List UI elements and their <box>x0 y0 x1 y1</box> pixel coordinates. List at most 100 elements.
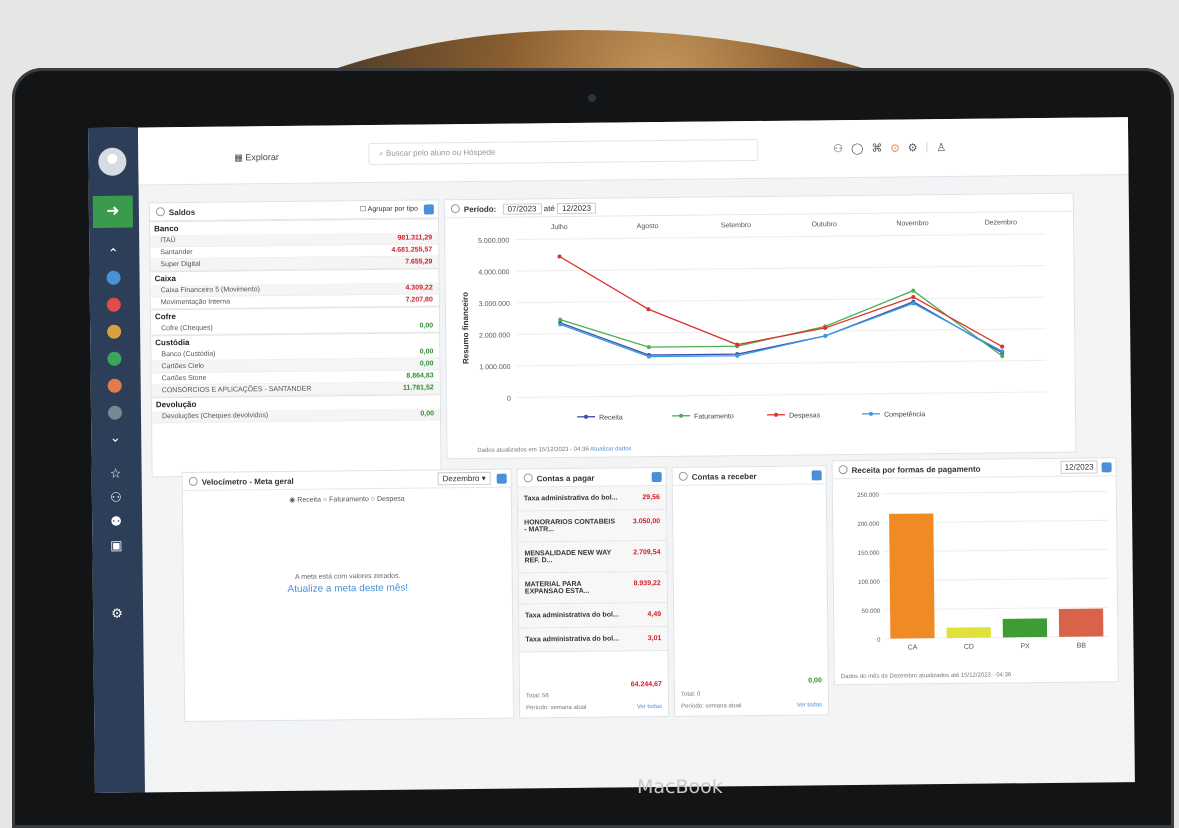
legend-marker <box>679 414 683 418</box>
periodo-label: Período: <box>464 205 497 214</box>
bar <box>1003 618 1047 637</box>
contas-pagar-total: Total: 56 <box>526 693 549 699</box>
month-select-value: Dezembro <box>442 474 479 483</box>
contas-receber-header: Contas a receber <box>673 466 826 486</box>
saldo-label: Devoluções (Cheques devolvidos) <box>162 412 268 420</box>
alert-icon[interactable]: ⊙ <box>890 142 899 155</box>
grid-line <box>517 392 1047 398</box>
y-tick-label: 4.000.000 <box>478 269 509 276</box>
month-input[interactable]: 12/2023 <box>1061 460 1098 473</box>
calendar-icon[interactable]: ▣ <box>105 538 127 554</box>
explore-menu[interactable]: ▦ Explorar <box>234 152 279 163</box>
saldo-label: Caixa Financeiro 5 (Movimento) <box>161 286 260 294</box>
x-tick-label: CD <box>964 644 974 651</box>
y-tick-label: 0 <box>507 396 511 403</box>
period-from-input[interactable]: 07/2023 <box>503 203 542 214</box>
update-data-link[interactable]: Atualizar dados <box>590 446 631 452</box>
y-tick-label: 5.000.000 <box>478 238 509 245</box>
legend-marker <box>869 412 873 416</box>
grid-line <box>883 491 1108 493</box>
saldo-label: Banco (Custódia) <box>161 351 215 359</box>
saldo-value: 7.207,80 <box>406 296 433 303</box>
refresh-icon[interactable] <box>424 204 434 214</box>
payable-item[interactable]: MENSALIDADE NEW WAY REF. D...2.709,54 <box>518 541 666 574</box>
profile-icon[interactable]: ♙ <box>936 141 946 154</box>
legend-label: Faturamento <box>694 413 734 420</box>
add-user-icon[interactable]: ⚇ <box>105 490 127 506</box>
search-input[interactable]: ⌕ Buscar pelo aluno ou Hóspede <box>368 139 758 165</box>
avatar[interactable] <box>98 148 126 176</box>
group-checkbox[interactable]: ☐ Agrupar por tipo <box>360 205 418 214</box>
info-icon <box>451 204 460 213</box>
period-to-input[interactable]: 12/2023 <box>557 203 596 214</box>
contas-receber-link[interactable]: Ver todas <box>797 702 822 708</box>
chevron-up-icon[interactable]: ⌃ <box>102 246 124 262</box>
refresh-icon[interactable] <box>812 470 822 480</box>
saldo-row: Devoluções (Cheques devolvidos) 0,00 <box>152 408 440 423</box>
y-tick-label: 200.000 <box>857 522 879 528</box>
velocimetro-header: Velocímetro - Meta geral Dezembro ▾ <box>183 470 511 491</box>
contas-pagar-list: Taxa administrativa do bol...29,56HONORA… <box>518 486 668 653</box>
help-icon[interactable]: ⚙ <box>908 141 918 154</box>
saldo-label: CONSÓRCIOS E APLICAÇÕES - SANTANDER <box>162 386 312 395</box>
x-tick-label: CA <box>908 644 918 651</box>
refresh-icon[interactable] <box>1102 462 1112 472</box>
radio-faturamento[interactable]: ○ Faturamento <box>323 496 369 503</box>
saldo-label: ITAÚ <box>160 237 176 244</box>
payable-item[interactable]: HONORARIOS CONTABEIS - MATR...3.050,00 <box>518 510 666 543</box>
contas-pagar-link[interactable]: Ver todas <box>637 704 662 710</box>
chat-icon[interactable]: ◯ <box>851 142 863 155</box>
logo-icon[interactable]: ➜ <box>93 196 133 228</box>
command-icon[interactable]: ⌘ <box>871 142 882 155</box>
saldo-label: Santander <box>160 249 192 256</box>
bar <box>889 513 935 638</box>
saldo-value: 0,00 <box>420 348 434 355</box>
receita-formas-header: Receita por formas de pagamento 12/2023 <box>833 458 1116 479</box>
payable-item[interactable]: Taxa administrativa do bol...3,01 <box>519 627 667 653</box>
data-point <box>558 318 562 322</box>
contas-pagar-title: Contas a pagar <box>537 474 595 484</box>
update-meta-link[interactable]: Atualize a meta deste mês! <box>184 582 512 596</box>
users-icon[interactable]: ⚉ <box>105 514 127 530</box>
top-icons: ⚇ ◯ ⌘ ⊙ ⚙ | ♙ <box>833 141 946 155</box>
refresh-icon[interactable] <box>652 472 662 482</box>
module-green-icon[interactable] <box>107 352 121 366</box>
saldo-value: 7.655,29 <box>405 258 432 265</box>
y-tick-label: 0 <box>877 638 881 644</box>
saldo-value: 0,00 <box>420 410 434 417</box>
info-icon <box>189 477 198 486</box>
star-icon[interactable]: ☆ <box>105 466 127 482</box>
module-orange-icon[interactable] <box>108 379 122 393</box>
radio-despesa-label: Despesa <box>377 496 405 503</box>
y-tick-label: 100.000 <box>858 580 880 586</box>
month-select[interactable]: Dezembro ▾ <box>437 472 490 486</box>
payable-item[interactable]: Taxa administrativa do bol...29,56 <box>518 486 666 512</box>
bar <box>947 627 991 638</box>
radio-despesa[interactable]: ○ Despesa <box>371 496 405 503</box>
payable-item[interactable]: Taxa administrativa do bol...4,49 <box>519 603 667 629</box>
y-tick-label: 3.000.000 <box>479 301 510 308</box>
radio-receita[interactable]: ◉ Receita <box>289 497 321 504</box>
contas-receber-panel: Contas a receber 0,00 Total: 0 Período: … <box>672 465 830 717</box>
saldo-label: Cartões Cielo <box>161 363 203 370</box>
contas-receber-value: 0,00 <box>808 677 822 684</box>
x-tick-label: Setembro <box>721 222 752 229</box>
module-yellow-icon[interactable] <box>107 325 121 339</box>
x-tick-label: Dezembro <box>985 219 1017 226</box>
grid-line <box>516 266 1046 272</box>
refresh-icon[interactable] <box>497 474 507 484</box>
payable-item[interactable]: MATERIAL PARA EXPANSAO ESTA...8.939,22 <box>519 572 667 605</box>
add-person-icon[interactable]: ⚇ <box>833 142 843 155</box>
ate-label: até <box>544 204 555 213</box>
receita-formas-footer: Dados do mês de Dezembro atualizados até… <box>841 672 1012 680</box>
module-blue-icon[interactable] <box>106 271 120 285</box>
settings-icon[interactable]: ⚙ <box>106 606 128 622</box>
contas-receber-title: Contas a receber <box>692 472 757 482</box>
legend-label: Receita <box>599 414 623 421</box>
chevron-down-icon[interactable]: ⌄ <box>104 430 126 446</box>
module-gray-icon[interactable] <box>108 406 122 420</box>
info-icon <box>156 207 165 216</box>
app-screen: ➜ ⌃ ⌄ ☆ ⚇ ⚉ ▣ ⚙ ▦ Explorar ⌕ Buscar pelo… <box>88 117 1135 793</box>
module-red-icon[interactable] <box>107 298 121 312</box>
meta-message: A meta está com valores zerados. <box>184 572 512 582</box>
